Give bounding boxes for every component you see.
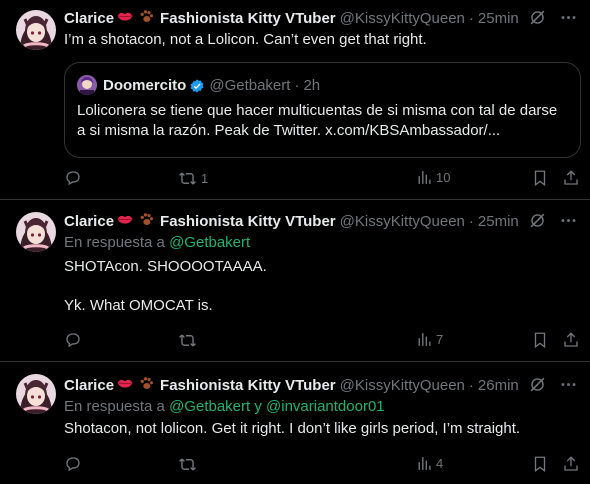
reply-prefix: En respuesta a [64, 398, 165, 415]
quoted-tweet[interactable]: Doomercito @Getbakert · 2h Loliconera se… [64, 62, 581, 158]
quoted-avatar [77, 75, 97, 95]
tweet[interactable]: Clarice Fashionista Kitty VTuber @KissyK… [0, 200, 590, 362]
reply-icon [64, 169, 82, 187]
avatar[interactable] [16, 212, 56, 252]
reply-mentions[interactable]: @Getbakert y @invariantdoor01 [169, 398, 385, 415]
more-icon[interactable] [559, 211, 578, 234]
reply-button[interactable] [64, 169, 86, 187]
more-icon[interactable] [559, 375, 578, 398]
repost-count: 1 [201, 171, 209, 186]
author-name-suffix[interactable]: Fashionista Kitty VTuber [160, 377, 336, 394]
views-button[interactable]: 4 [415, 455, 443, 472]
author-name[interactable]: Clarice [64, 10, 114, 27]
bookmark-icon [531, 169, 549, 187]
action-bar: 1 10 [64, 169, 578, 189]
author-handle[interactable]: @KissyKittyQueen [340, 377, 465, 394]
tweet-text: I’m a shotacon, not a Lolicon. Can’t eve… [64, 31, 427, 48]
lips-emoji-icon [116, 7, 134, 29]
views-button[interactable]: 7 [415, 331, 443, 348]
share-icon [562, 331, 580, 349]
quoted-timestamp: 2h [303, 76, 321, 94]
lips-emoji-icon [116, 374, 134, 396]
views-icon [415, 455, 432, 472]
tweet-text-line-1: SHOTAcon. SHOOOOTAAAA. [64, 258, 267, 275]
author-handle[interactable]: @KissyKittyQueen [340, 213, 465, 230]
paw-emoji-icon [138, 211, 155, 232]
repost-icon [178, 455, 197, 474]
views-count: 4 [436, 456, 444, 471]
reply-context: En respuesta a @Getbakert [64, 233, 578, 253]
tweet-header: Clarice Fashionista Kitty VTuber @KissyK… [64, 375, 578, 395]
author-name-suffix[interactable]: Fashionista Kitty VTuber [160, 10, 336, 27]
avatar[interactable] [16, 374, 56, 414]
share-button[interactable] [562, 169, 580, 187]
separator-dot: · [468, 9, 474, 27]
separator-dot: · [468, 212, 474, 230]
reply-button[interactable] [64, 331, 82, 349]
share-button[interactable] [562, 331, 580, 349]
paw-emoji-icon [138, 8, 155, 29]
bookmark-icon [531, 331, 549, 349]
timestamp[interactable]: 25min [478, 10, 519, 27]
repost-button[interactable]: 1 [178, 169, 208, 188]
views-button[interactable]: 10 [415, 169, 450, 186]
tweet-header: Clarice Fashionista Kitty VTuber @KissyK… [64, 211, 578, 231]
reply-context: En respuesta a @Getbakert y @invariantdo… [64, 397, 578, 417]
reply-mentions[interactable]: @Getbakert [169, 234, 250, 251]
author-name[interactable]: Clarice [64, 213, 114, 230]
bookmark-button[interactable] [531, 169, 549, 187]
timestamp[interactable]: 25min [478, 213, 519, 230]
grok-slash-icon[interactable] [528, 211, 547, 234]
views-icon [415, 169, 432, 186]
views-count: 10 [436, 170, 451, 185]
more-icon[interactable] [559, 8, 578, 31]
reply-icon [64, 455, 82, 473]
quoted-tweet-text: Loliconera se tiene que hacer multicuent… [77, 102, 558, 139]
views-count: 7 [436, 332, 444, 347]
tweet-text-line-2: Yk. What OMOCAT is. [64, 297, 213, 314]
separator-dot: · [294, 76, 300, 94]
quoted-author-name: Doomercito [103, 76, 187, 94]
author-name[interactable]: Clarice [64, 377, 114, 394]
share-icon [562, 455, 580, 473]
repost-icon [178, 331, 197, 350]
tweet[interactable]: Clarice Fashionista Kitty VTuber @KissyK… [0, 0, 590, 200]
bookmark-button[interactable] [531, 455, 549, 473]
quoted-author-handle: @Getbakert [209, 76, 291, 94]
grok-slash-icon[interactable] [528, 375, 547, 398]
repost-button[interactable] [178, 331, 197, 350]
separator-dot: · [468, 376, 474, 394]
share-button[interactable] [562, 455, 580, 473]
tweet-header: Clarice Fashionista Kitty VTuber @KissyK… [64, 8, 578, 28]
tweet-text: Shotacon, not lolicon. Get it right. I d… [64, 420, 521, 437]
share-icon [562, 169, 580, 187]
author-name-suffix[interactable]: Fashionista Kitty VTuber [160, 213, 336, 230]
action-bar: 7 [64, 331, 578, 351]
lips-emoji-icon [116, 210, 134, 232]
author-handle[interactable]: @KissyKittyQueen [340, 10, 465, 27]
timestamp[interactable]: 26min [478, 377, 519, 394]
action-bar: 4 [64, 455, 578, 475]
reply-button[interactable] [64, 455, 82, 473]
grok-slash-icon[interactable] [528, 8, 547, 31]
paw-emoji-icon [138, 375, 155, 396]
bookmark-icon [531, 455, 549, 473]
repost-button[interactable] [178, 455, 197, 474]
verified-badge-icon [189, 76, 205, 93]
tweet[interactable]: Clarice Fashionista Kitty VTuber @KissyK… [0, 362, 590, 484]
repost-icon [178, 169, 197, 188]
views-icon [415, 331, 432, 348]
reply-prefix: En respuesta a [64, 234, 165, 251]
avatar[interactable] [16, 10, 56, 50]
reply-icon [64, 331, 82, 349]
bookmark-button[interactable] [531, 331, 549, 349]
